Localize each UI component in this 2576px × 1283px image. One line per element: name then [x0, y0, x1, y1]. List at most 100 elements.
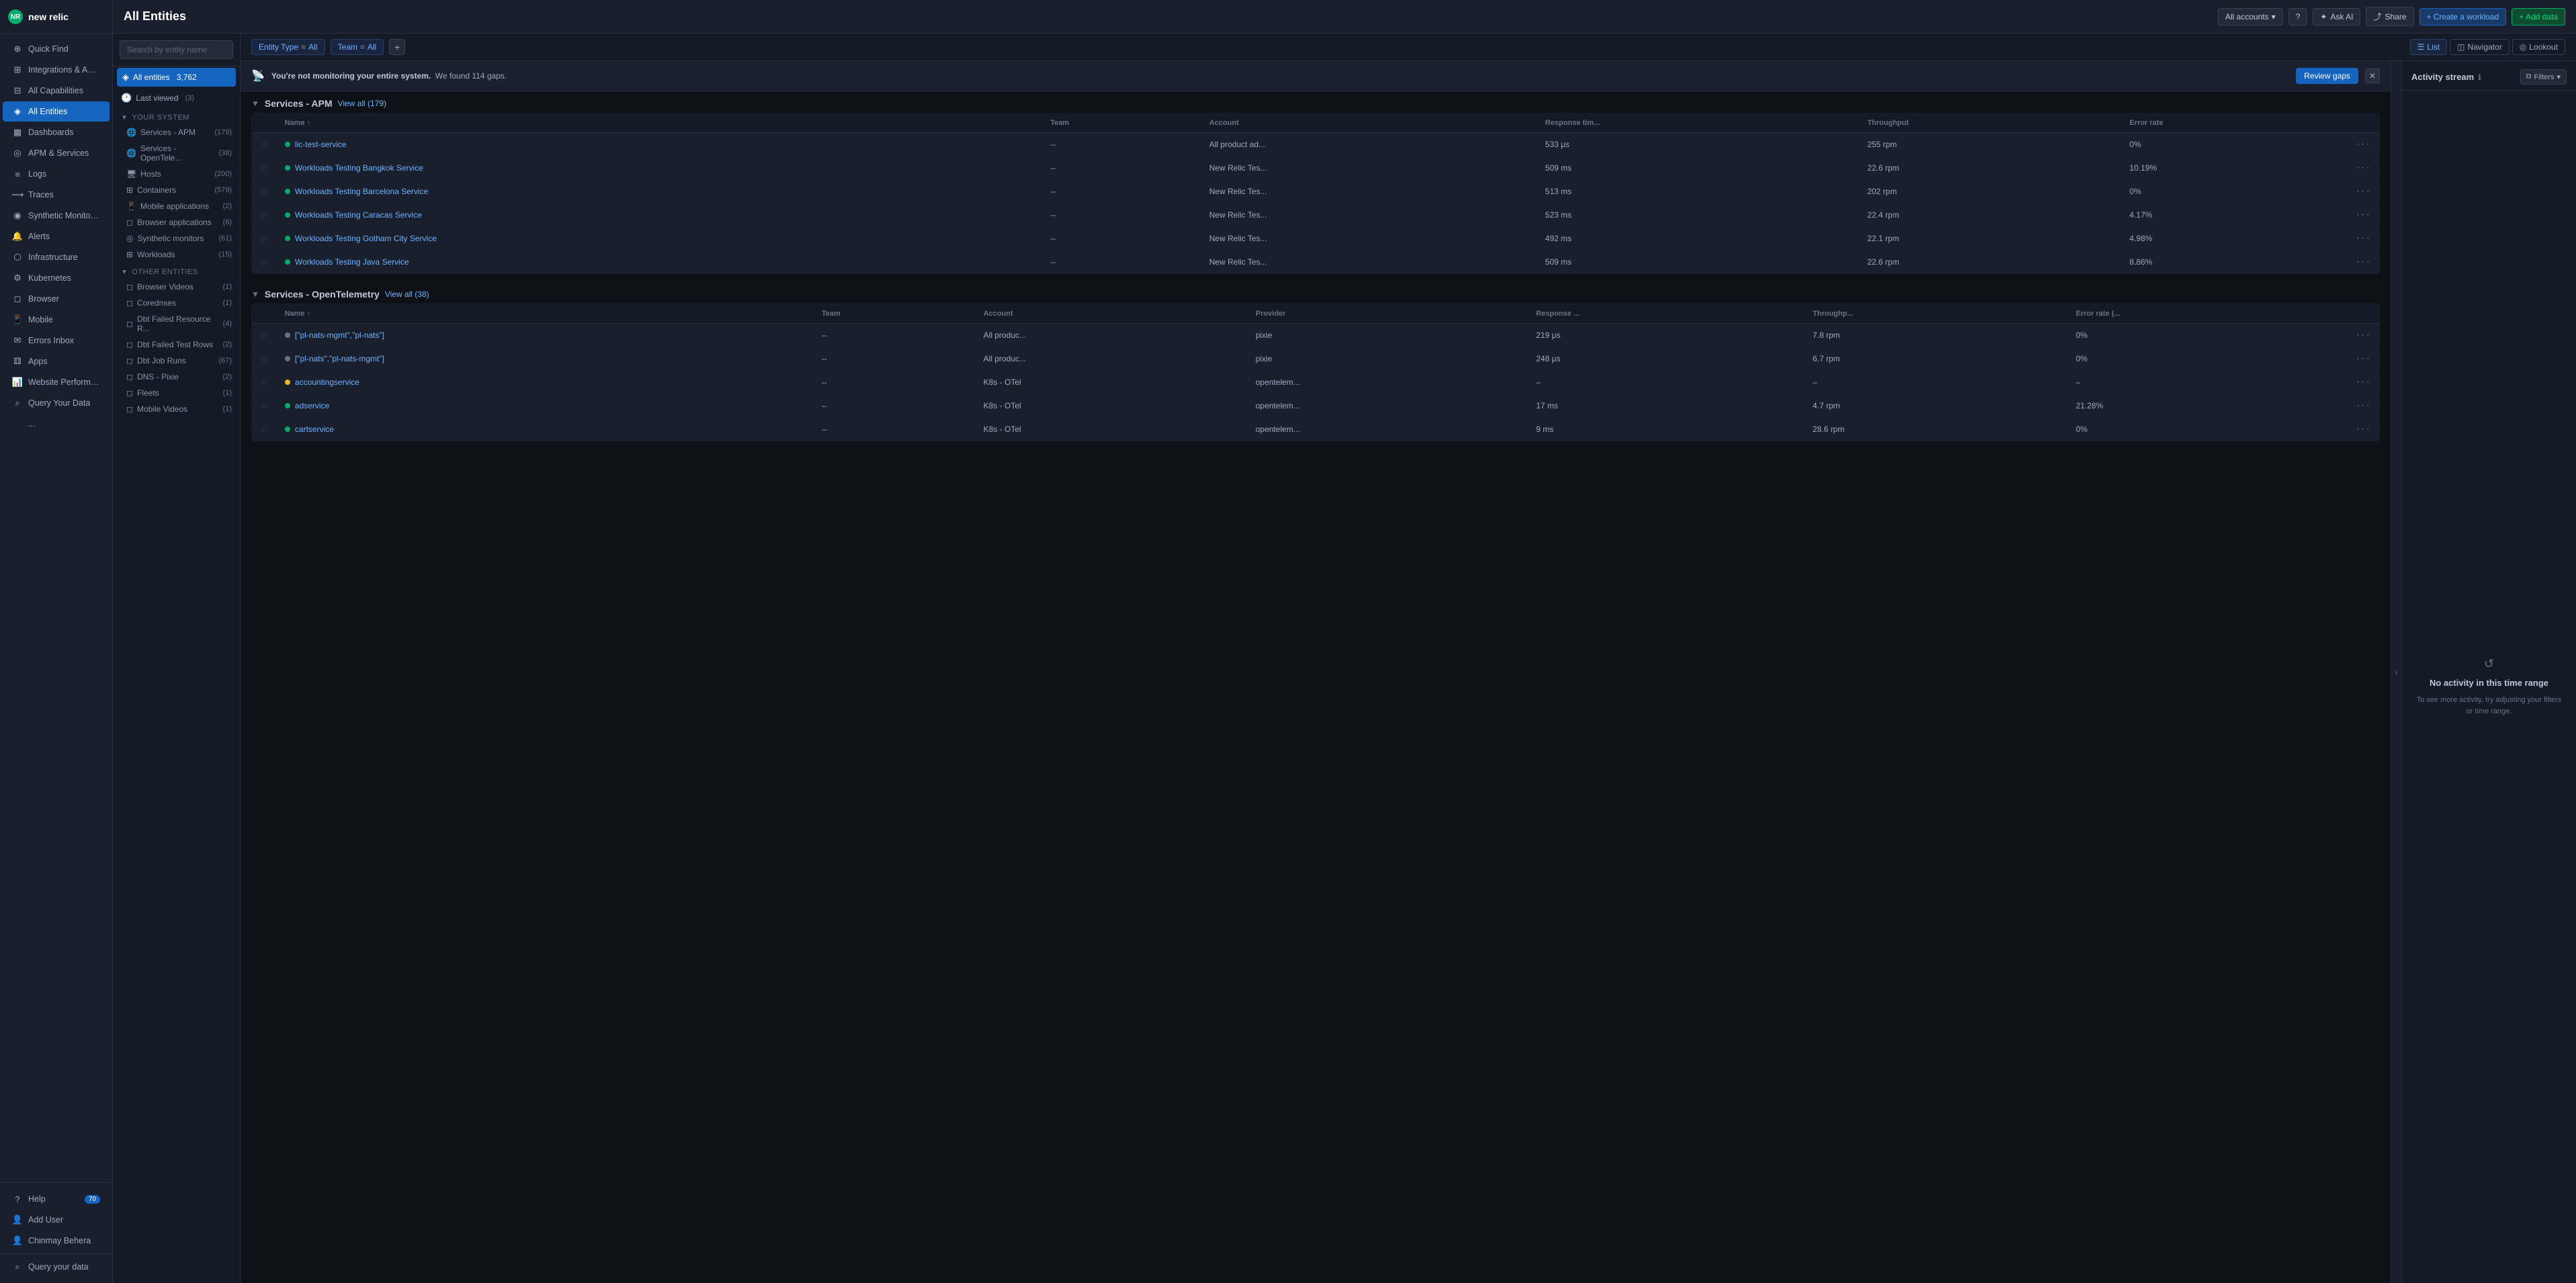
all-entities-item[interactable]: ◈ All entities 3,762 — [117, 68, 236, 87]
other-item-dbt-failed-test-rows[interactable]: ◻ Dbt Failed Test Rows (2) — [113, 337, 240, 353]
create-workload-button[interactable]: + Create a workload — [2419, 8, 2507, 26]
sidebar-item-dashboards[interactable]: ▦ Dashboards — [3, 122, 110, 142]
other-item-fleets[interactable]: ◻ Fleets (1) — [113, 385, 240, 401]
sidebar-item-quick-find[interactable]: ⊕ Quick Find — [3, 39, 110, 59]
entity-type-filter[interactable]: Entity Type = All — [251, 39, 325, 55]
th-name-apm[interactable]: Name ↑ — [277, 114, 1043, 133]
row-more-button[interactable]: ··· — [2356, 185, 2371, 197]
sys-item-mobile-applications[interactable]: 📱 Mobile applications (2) — [113, 198, 240, 214]
row-more-button[interactable]: ··· — [2356, 256, 2371, 267]
ask-ai-button[interactable]: ✦ Ask AI — [2313, 8, 2360, 26]
panel-collapse-button[interactable]: › — [2391, 61, 2401, 1283]
sidebar-item-query-data-bottom[interactable]: ⌕ Query your data — [3, 1257, 110, 1277]
sidebar-item-add-user[interactable]: 👤 Add User — [3, 1210, 110, 1230]
entity-name-link[interactable]: Workloads Testing Caracas Service — [295, 210, 422, 220]
th-throughput-apm[interactable]: Throughput — [1859, 114, 2121, 133]
sidebar-item-more[interactable]: ... — [3, 414, 110, 434]
search-input[interactable] — [120, 40, 233, 59]
team-filter[interactable]: Team = All — [331, 39, 384, 55]
entity-name-link[interactable]: ["pl-nats-mgmt","pl-nats"] — [295, 330, 384, 340]
favorite-star[interactable]: ☆ — [260, 210, 269, 220]
entity-name-link[interactable]: Workloads Testing Java Service — [295, 257, 409, 267]
sys-item-synthetic-monitors[interactable]: ◎ Synthetic monitors (61) — [113, 230, 240, 247]
activity-filters-button[interactable]: ⧉ Filters ▾ — [2520, 69, 2567, 85]
favorite-star[interactable]: ☆ — [260, 257, 269, 267]
th-throughput-otel[interactable]: Throughp... — [1805, 304, 2068, 324]
entity-name-link[interactable]: Workloads Testing Gotham City Service — [295, 234, 437, 243]
apm-view-all-link[interactable]: View all (179) — [338, 99, 386, 108]
review-gaps-button[interactable]: Review gaps — [2296, 68, 2358, 84]
sidebar-item-logs[interactable]: ≡ Logs — [3, 164, 110, 184]
favorite-star[interactable]: ☆ — [260, 139, 269, 150]
share-button[interactable]: ⤴ Share — [2366, 7, 2413, 26]
favorite-star[interactable]: ☆ — [260, 330, 269, 341]
row-more-button[interactable]: ··· — [2356, 209, 2371, 220]
otel-collapse-icon[interactable]: ▼ — [251, 290, 259, 299]
lookout-view-button[interactable]: ◎ Lookout — [2512, 39, 2565, 55]
sidebar-item-user[interactable]: 👤 Chinmay Behera — [3, 1231, 110, 1251]
row-more-button[interactable]: ··· — [2356, 423, 2371, 435]
other-item-corednses[interactable]: ◻ Corednses (1) — [113, 295, 240, 311]
sidebar-item-all-capabilities[interactable]: ⊟ All Capabilities — [3, 81, 110, 101]
th-response-otel[interactable]: Response ... — [1528, 304, 1805, 324]
other-item-dns---pixie[interactable]: ◻ DNS - Pixie (2) — [113, 369, 240, 385]
sidebar-item-synthetic[interactable]: ◉ Synthetic Monitoring — [3, 206, 110, 226]
other-item-browser-videos[interactable]: ◻ Browser Videos (1) — [113, 279, 240, 295]
last-viewed-item[interactable]: 🕐 Last viewed (3) — [113, 88, 240, 108]
sidebar-item-website-perf[interactable]: 📊 Website Performance Mo... — [3, 372, 110, 392]
sys-item-services---opentele...[interactable]: 🌐 Services - OpenTele... (38) — [113, 140, 240, 166]
entity-name-link[interactable]: Workloads Testing Bangkok Service — [295, 163, 423, 173]
row-more-button[interactable]: ··· — [2356, 138, 2371, 150]
row-more-button[interactable]: ··· — [2356, 162, 2371, 173]
sys-item-containers[interactable]: ⊞ Containers (579) — [113, 182, 240, 198]
other-item-dbt-failed-resource-r...[interactable]: ◻ Dbt Failed Resource R... (4) — [113, 311, 240, 337]
refresh-icon[interactable]: ↺ — [2484, 657, 2494, 671]
other-item-dbt-job-runs[interactable]: ◻ Dbt Job Runs (67) — [113, 353, 240, 369]
add-filter-button[interactable]: + — [389, 39, 405, 55]
entity-name-link[interactable]: lic-test-service — [295, 140, 347, 149]
sidebar-item-kubernetes[interactable]: ⚙ Kubernetes — [3, 268, 110, 288]
your-system-collapse[interactable]: ▼ — [121, 114, 128, 122]
favorite-star[interactable]: ☆ — [260, 353, 269, 364]
sidebar-item-mobile[interactable]: 📱 Mobile — [3, 310, 110, 330]
favorite-star[interactable]: ☆ — [260, 424, 269, 435]
list-view-button[interactable]: ☰ List — [2410, 39, 2447, 55]
sys-item-hosts[interactable]: 🖥 Hosts (200) — [113, 166, 240, 182]
th-errorrate-otel[interactable]: Error rate (... — [2068, 304, 2348, 324]
th-response-apm[interactable]: Response tim... — [1537, 114, 1859, 133]
sidebar-item-apps[interactable]: ⚅ Apps — [3, 351, 110, 371]
sidebar-item-query-data[interactable]: ⌕ Query Your Data — [3, 393, 110, 413]
sidebar-item-errors-inbox[interactable]: ✉ Errors Inbox — [3, 330, 110, 351]
sidebar-item-integrations[interactable]: ⊞ Integrations & Agents — [3, 60, 110, 80]
row-more-button[interactable]: ··· — [2356, 376, 2371, 388]
entity-name-link[interactable]: adservice — [295, 401, 329, 410]
sidebar-item-traces[interactable]: ⟿ Traces — [3, 185, 110, 205]
sidebar-item-infrastructure[interactable]: ⬡ Infrastructure — [3, 247, 110, 267]
favorite-star[interactable]: ☆ — [260, 400, 269, 411]
sidebar-item-alerts[interactable]: 🔔 Alerts — [3, 226, 110, 247]
add-data-button[interactable]: + Add data — [2511, 8, 2565, 26]
sys-item-browser-applications[interactable]: ◻ Browser applications (8) — [113, 214, 240, 230]
accounts-selector[interactable]: All accounts ▾ — [2218, 8, 2283, 26]
other-entities-collapse[interactable]: ▼ — [121, 269, 128, 276]
entity-name-link[interactable]: Workloads Testing Barcelona Service — [295, 187, 428, 196]
row-more-button[interactable]: ··· — [2356, 353, 2371, 364]
favorite-star[interactable]: ☆ — [260, 163, 269, 173]
sidebar-item-all-entities[interactable]: ◈ All Entities — [3, 101, 110, 122]
sidebar-item-browser[interactable]: ◻ Browser — [3, 289, 110, 309]
sidebar-item-help[interactable]: ? Help 70 — [3, 1189, 110, 1209]
entity-name-link[interactable]: ["pl-nats","pl-nats-mgmt"] — [295, 354, 384, 363]
activity-info-icon[interactable]: ℹ — [2478, 73, 2481, 82]
sys-item-services---apm[interactable]: 🌐 Services - APM (179) — [113, 124, 240, 140]
other-item-mobile-videos[interactable]: ◻ Mobile Videos (1) — [113, 401, 240, 417]
entity-name-link[interactable]: cartservice — [295, 425, 334, 434]
sys-item-workloads[interactable]: ⊞ Workloads (15) — [113, 247, 240, 263]
th-errorrate-apm[interactable]: Error rate — [2121, 114, 2348, 133]
th-name-otel[interactable]: Name ↑ — [277, 304, 814, 324]
favorite-star[interactable]: ☆ — [260, 186, 269, 197]
close-alert-button[interactable]: ✕ — [2365, 69, 2380, 83]
entity-name-link[interactable]: accountingservice — [295, 378, 359, 387]
row-more-button[interactable]: ··· — [2356, 329, 2371, 341]
otel-view-all-link[interactable]: View all (38) — [385, 290, 429, 299]
favorite-star[interactable]: ☆ — [260, 377, 269, 388]
